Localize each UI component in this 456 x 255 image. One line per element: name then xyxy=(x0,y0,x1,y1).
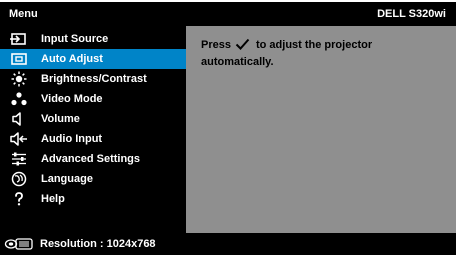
menu-item-label: Help xyxy=(41,193,65,205)
menu-item-language[interactable]: Language xyxy=(0,169,186,189)
osd-menu: Input Source Auto Adjust Brightness/Cont… xyxy=(0,26,186,233)
menu-item-label: Input Source xyxy=(41,33,109,45)
video-mode-icon xyxy=(10,91,28,107)
menu-item-auto-adjust[interactable]: Auto Adjust xyxy=(0,49,186,69)
language-icon xyxy=(10,171,28,187)
audio-input-icon xyxy=(10,131,28,147)
menu-item-label: Volume xyxy=(41,113,80,125)
instruction-press-text: Press xyxy=(201,39,231,51)
menu-item-advanced-settings[interactable]: Advanced Settings xyxy=(0,149,186,169)
osd-header: Menu DELL S320wi xyxy=(0,2,456,26)
monitor-signal-icon xyxy=(4,237,34,251)
menu-item-label: Brightness/Contrast xyxy=(41,73,147,85)
menu-item-input-source[interactable]: Input Source xyxy=(0,29,186,49)
menu-item-label: Advanced Settings xyxy=(41,153,141,165)
input-source-icon xyxy=(10,31,28,47)
instruction-line-1: Press to adjust the projector xyxy=(201,38,372,51)
menu-title: Menu xyxy=(9,8,38,20)
volume-icon xyxy=(10,111,28,127)
resolution-readout: Resolution : 1024x768 xyxy=(40,238,156,250)
menu-item-label: Language xyxy=(41,173,93,185)
auto-adjust-icon xyxy=(10,51,28,67)
model-name: DELL S320wi xyxy=(377,8,446,20)
menu-item-label: Auto Adjust xyxy=(41,53,103,65)
help-icon xyxy=(10,191,28,207)
menu-item-audio-input[interactable]: Audio Input xyxy=(0,129,186,149)
advanced-settings-icon xyxy=(10,151,28,167)
menu-item-brightness-contrast[interactable]: Brightness/Contrast xyxy=(0,69,186,89)
menu-item-volume[interactable]: Volume xyxy=(0,109,186,129)
brightness-icon xyxy=(10,71,28,87)
auto-adjust-panel: Press to adjust the projector automatical… xyxy=(186,26,456,233)
menu-item-video-mode[interactable]: Video Mode xyxy=(0,89,186,109)
menu-item-help[interactable]: Help xyxy=(0,189,186,209)
status-bar: Resolution : 1024x768 xyxy=(0,233,456,255)
projector-osd: Menu DELL S320wi Input Source Auto Adjus… xyxy=(0,0,456,255)
instruction-action-text: to adjust the projector xyxy=(255,39,373,51)
menu-item-label: Audio Input xyxy=(41,133,103,145)
menu-item-label: Video Mode xyxy=(41,93,103,105)
checkmark-icon xyxy=(235,38,250,50)
instruction-line-2: automatically. xyxy=(201,56,274,68)
